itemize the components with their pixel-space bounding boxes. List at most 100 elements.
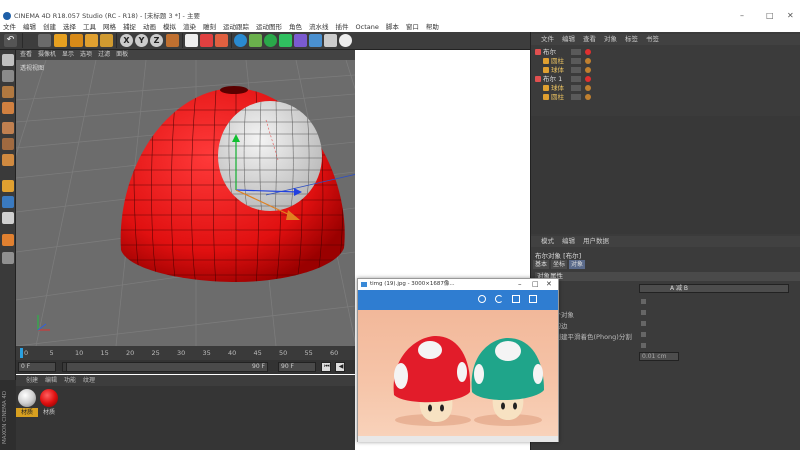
- viewport-menu-item[interactable]: 摄像机: [38, 51, 56, 58]
- menu-item[interactable]: 创建: [43, 23, 56, 31]
- material-menu-item[interactable]: 创建: [26, 377, 38, 384]
- grid-icon[interactable]: [2, 252, 14, 264]
- close-button[interactable]: ✕: [787, 10, 794, 22]
- light-icon[interactable]: [339, 34, 352, 47]
- menu-item[interactable]: 流水线: [309, 23, 329, 31]
- visibility-check-icon[interactable]: [571, 49, 581, 55]
- menu-item[interactable]: 编辑: [23, 23, 36, 31]
- object-tag-icon[interactable]: [585, 76, 591, 82]
- prev-frame-icon[interactable]: ◀: [335, 362, 345, 372]
- material-menu-item[interactable]: 纹理: [83, 377, 95, 384]
- popup-maximize-button[interactable]: □: [532, 279, 539, 290]
- viewport-menu-item[interactable]: 查看: [20, 51, 32, 58]
- viewport-menu-item[interactable]: 选项: [80, 51, 92, 58]
- menu-item[interactable]: 雕刻: [203, 23, 216, 31]
- perspective-viewport[interactable]: 透视视图: [16, 60, 355, 346]
- object-row[interactable]: 布尔 1: [531, 75, 800, 84]
- visibility-check-icon[interactable]: [571, 76, 581, 82]
- cube-icon[interactable]: [234, 34, 247, 47]
- texture-mode-icon[interactable]: [2, 86, 14, 98]
- scale-tool-icon[interactable]: [70, 34, 83, 47]
- menu-item[interactable]: Octane: [356, 23, 379, 31]
- object-menu-item[interactable]: 文件: [541, 35, 554, 43]
- object-name[interactable]: 圆柱: [551, 93, 564, 102]
- select-tool-icon[interactable]: [38, 34, 51, 47]
- attribute-checkbox[interactable]: [641, 310, 646, 315]
- menu-item[interactable]: 捕捉: [123, 23, 136, 31]
- attribute-tab[interactable]: 对象: [569, 260, 586, 269]
- attribute-checkbox[interactable]: [641, 321, 646, 326]
- material-menu-item[interactable]: 编辑: [45, 377, 57, 384]
- attribute-menu-item[interactable]: 模式: [541, 237, 554, 245]
- visibility-check-icon[interactable]: [571, 94, 581, 100]
- menu-item[interactable]: 工具: [83, 23, 96, 31]
- x-axis-button[interactable]: X: [120, 34, 133, 47]
- z-axis-button[interactable]: Z: [150, 34, 163, 47]
- menu-item[interactable]: 选择: [63, 23, 76, 31]
- object-name[interactable]: 布尔: [543, 48, 556, 57]
- max-frame-field[interactable]: 90 F: [278, 362, 316, 372]
- lock-icon[interactable]: [2, 212, 14, 224]
- object-menu-item[interactable]: 标签: [625, 35, 638, 43]
- boolean-type-select[interactable]: A 减 B: [639, 284, 789, 293]
- model-mode-icon[interactable]: [2, 70, 14, 82]
- object-tag-icon[interactable]: [585, 85, 591, 91]
- current-frame-field[interactable]: 0 F: [18, 362, 56, 372]
- coord-system-icon[interactable]: [166, 34, 179, 47]
- menu-item[interactable]: 渲染: [183, 23, 196, 31]
- floor-icon[interactable]: [309, 34, 322, 47]
- popup-minimize-button[interactable]: –: [518, 279, 522, 290]
- rotate-tool-icon[interactable]: [85, 34, 98, 47]
- menu-item[interactable]: 帮助: [426, 23, 439, 31]
- fullscreen-icon[interactable]: [529, 295, 537, 303]
- polygons-mode-icon[interactable]: [2, 154, 14, 166]
- material-label-2[interactable]: 材质: [38, 408, 60, 417]
- object-tag-icon[interactable]: [585, 49, 591, 55]
- edges-mode-icon[interactable]: [2, 138, 14, 150]
- menu-item[interactable]: 动画: [143, 23, 156, 31]
- menu-item[interactable]: 角色: [289, 23, 302, 31]
- image-viewer-window[interactable]: timg (19).jpg - 3000×1687像... – □ ✕: [357, 278, 559, 442]
- make-editable-icon[interactable]: [2, 54, 14, 66]
- object-row[interactable]: 球体: [531, 66, 800, 75]
- viewport-menu-item[interactable]: 过滤: [98, 51, 110, 58]
- object-name[interactable]: 布尔 1: [543, 75, 562, 84]
- deformer-icon[interactable]: [294, 34, 307, 47]
- fit-icon[interactable]: [512, 295, 520, 303]
- zoom-icon[interactable]: [478, 295, 486, 303]
- visibility-check-icon[interactable]: [571, 85, 581, 91]
- subdivision-icon[interactable]: [264, 34, 277, 47]
- object-name[interactable]: 球体: [551, 84, 564, 93]
- visibility-check-icon[interactable]: [571, 58, 581, 64]
- object-row[interactable]: 圆柱: [531, 57, 800, 66]
- object-row[interactable]: 布尔: [531, 48, 800, 57]
- object-menu-item[interactable]: 对象: [604, 35, 617, 43]
- menu-item[interactable]: 网格: [103, 23, 116, 31]
- material-label-1[interactable]: 材质: [16, 408, 38, 417]
- workplane-icon[interactable]: [2, 196, 14, 208]
- move-tool-icon[interactable]: [54, 34, 67, 47]
- attribute-checkbox[interactable]: [641, 299, 646, 304]
- frame-range-slider[interactable]: 90 F: [66, 362, 268, 372]
- viewport-menu-item[interactable]: 显示: [62, 51, 74, 58]
- array-icon[interactable]: [279, 34, 292, 47]
- undo-icon[interactable]: ↶: [4, 34, 17, 47]
- object-tag-icon[interactable]: [585, 94, 591, 100]
- camera-icon[interactable]: [324, 34, 337, 47]
- object-row[interactable]: 圆柱: [531, 93, 800, 102]
- material-ball-grey[interactable]: [18, 389, 36, 407]
- viewport-menu-item[interactable]: 面板: [116, 51, 128, 58]
- attribute-checkbox[interactable]: [641, 332, 646, 337]
- material-menu-item[interactable]: 功能: [64, 377, 76, 384]
- menu-item[interactable]: 文件: [3, 23, 16, 31]
- object-name[interactable]: 球体: [551, 66, 564, 75]
- snap-icon[interactable]: [2, 180, 14, 192]
- minimize-button[interactable]: –: [740, 10, 744, 22]
- timeline-ruler[interactable]: 0 5 10 15 20 25 30 35 40 45 50 55 60: [16, 346, 355, 360]
- material-ball-red[interactable]: [40, 389, 58, 407]
- object-name[interactable]: 圆柱: [551, 57, 564, 66]
- object-row[interactable]: 球体: [531, 84, 800, 93]
- menu-item[interactable]: 脚本: [386, 23, 399, 31]
- render-view-icon[interactable]: [185, 34, 198, 47]
- menu-item[interactable]: 运动跟踪: [223, 23, 249, 31]
